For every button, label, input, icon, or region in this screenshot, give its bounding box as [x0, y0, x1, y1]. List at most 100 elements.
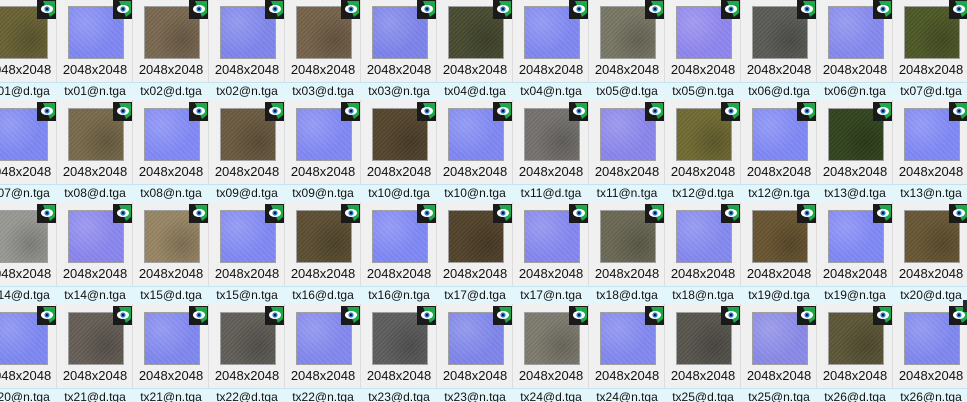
green-eye-icon[interactable]	[265, 204, 284, 223]
thumbnail-item[interactable]: 2048x2048 tx11@n.tga	[589, 102, 665, 204]
green-eye-icon[interactable]	[645, 306, 664, 325]
thumbnail-item[interactable]: 2048x2048 tx06@n.tga	[817, 0, 893, 102]
thumbnail-item[interactable]: 2048x2048 tx22@d.tga	[209, 306, 285, 402]
scrollbar-marker[interactable]	[963, 300, 967, 312]
green-eye-icon[interactable]	[189, 204, 208, 223]
thumbnail-item[interactable]: 2048x2048 tx20@n.tga	[0, 306, 57, 402]
thumbnail-item[interactable]: 2048x2048 tx21@n.tga	[133, 306, 209, 402]
thumbnail-item[interactable]: 2048x2048 tx18@d.tga	[589, 204, 665, 306]
green-eye-icon[interactable]	[37, 102, 56, 121]
green-eye-icon[interactable]	[797, 204, 816, 223]
thumbnail-item[interactable]: 2048x2048 tx19@n.tga	[817, 204, 893, 306]
green-eye-icon[interactable]	[265, 306, 284, 325]
green-eye-icon[interactable]	[721, 306, 740, 325]
thumbnail-item[interactable]: 2048x2048 tx16@d.tga	[285, 204, 361, 306]
thumbnail-item[interactable]: 2048x2048 tx04@n.tga	[513, 0, 589, 102]
green-eye-icon[interactable]	[873, 204, 892, 223]
thumbnail-item[interactable]: 2048x2048 tx23@n.tga	[437, 306, 513, 402]
green-eye-icon[interactable]	[569, 204, 588, 223]
green-eye-icon[interactable]	[189, 102, 208, 121]
green-eye-icon[interactable]	[37, 306, 56, 325]
green-eye-icon[interactable]	[645, 102, 664, 121]
green-eye-icon[interactable]	[341, 204, 360, 223]
green-eye-icon[interactable]	[37, 204, 56, 223]
green-eye-icon[interactable]	[113, 204, 132, 223]
thumbnail-item[interactable]: 2048x2048 tx26@d.tga	[817, 306, 893, 402]
thumbnail-item[interactable]: 2048x2048 tx01@d.tga	[0, 0, 57, 102]
thumbnail-item[interactable]: 2048x2048 tx18@n.tga	[665, 204, 741, 306]
green-eye-icon[interactable]	[113, 102, 132, 121]
thumbnail-item[interactable]: 2048x2048 tx03@d.tga	[285, 0, 361, 102]
thumbnail-item[interactable]: 2048x2048 tx09@d.tga	[209, 102, 285, 204]
green-eye-icon[interactable]	[417, 102, 436, 121]
green-eye-icon[interactable]	[873, 0, 892, 19]
thumbnail-item[interactable]: 2048x2048 tx14@d.tga	[0, 204, 57, 306]
thumbnail-item[interactable]: 2048x2048 tx25@n.tga	[741, 306, 817, 402]
green-eye-icon[interactable]	[189, 306, 208, 325]
thumbnail-item[interactable]: 2048x2048 tx07@d.tga	[893, 0, 967, 102]
green-eye-icon[interactable]	[721, 0, 740, 19]
green-eye-icon[interactable]	[721, 102, 740, 121]
thumbnail-item[interactable]: 2048x2048 tx13@d.tga	[817, 102, 893, 204]
thumbnail-item[interactable]: 2048x2048 tx23@d.tga	[361, 306, 437, 402]
thumbnail-item[interactable]: 2048x2048 tx25@d.tga	[665, 306, 741, 402]
green-eye-icon[interactable]	[569, 0, 588, 19]
green-eye-icon[interactable]	[873, 306, 892, 325]
green-eye-icon[interactable]	[949, 0, 967, 19]
green-eye-icon[interactable]	[493, 306, 512, 325]
green-eye-icon[interactable]	[493, 102, 512, 121]
green-eye-icon[interactable]	[37, 0, 56, 19]
thumbnail-item[interactable]: 2048x2048 tx07@n.tga	[0, 102, 57, 204]
green-eye-icon[interactable]	[341, 0, 360, 19]
thumbnail-item[interactable]: 2048x2048 tx12@d.tga	[665, 102, 741, 204]
green-eye-icon[interactable]	[645, 0, 664, 19]
green-eye-icon[interactable]	[949, 204, 967, 223]
green-eye-icon[interactable]	[797, 0, 816, 19]
thumbnail-item[interactable]: 2048x2048 tx15@d.tga	[133, 204, 209, 306]
thumbnail-item[interactable]: 2048x2048 tx02@n.tga	[209, 0, 285, 102]
thumbnail-item[interactable]: 2048x2048 tx17@n.tga	[513, 204, 589, 306]
green-eye-icon[interactable]	[797, 306, 816, 325]
green-eye-icon[interactable]	[341, 306, 360, 325]
green-eye-icon[interactable]	[569, 102, 588, 121]
green-eye-icon[interactable]	[113, 0, 132, 19]
thumbnail-item[interactable]: 2048x2048 tx26@n.tga	[893, 306, 967, 402]
green-eye-icon[interactable]	[417, 306, 436, 325]
green-eye-icon[interactable]	[721, 204, 740, 223]
green-eye-icon[interactable]	[797, 102, 816, 121]
thumbnail-item[interactable]: 2048x2048 tx14@n.tga	[57, 204, 133, 306]
thumbnail-item[interactable]: 2048x2048 tx12@n.tga	[741, 102, 817, 204]
thumbnail-item[interactable]: 2048x2048 tx05@d.tga	[589, 0, 665, 102]
thumbnail-item[interactable]: 2048x2048 tx01@n.tga	[57, 0, 133, 102]
green-eye-icon[interactable]	[341, 102, 360, 121]
thumbnail-item[interactable]: 2048x2048 tx21@d.tga	[57, 306, 133, 402]
thumbnail-item[interactable]: 2048x2048 tx15@n.tga	[209, 204, 285, 306]
thumbnail-item[interactable]: 2048x2048 tx24@n.tga	[589, 306, 665, 402]
green-eye-icon[interactable]	[493, 204, 512, 223]
thumbnail-item[interactable]: 2048x2048 tx03@n.tga	[361, 0, 437, 102]
thumbnail-item[interactable]: 2048x2048 tx17@d.tga	[437, 204, 513, 306]
green-eye-icon[interactable]	[113, 306, 132, 325]
thumbnail-item[interactable]: 2048x2048 tx13@n.tga	[893, 102, 967, 204]
thumbnail-item[interactable]: 2048x2048 tx09@n.tga	[285, 102, 361, 204]
thumbnail-item[interactable]: 2048x2048 tx10@d.tga	[361, 102, 437, 204]
thumbnail-item[interactable]: 2048x2048 tx02@d.tga	[133, 0, 209, 102]
thumbnail-item[interactable]: 2048x2048 tx24@d.tga	[513, 306, 589, 402]
green-eye-icon[interactable]	[949, 102, 967, 121]
green-eye-icon[interactable]	[645, 204, 664, 223]
thumbnail-item[interactable]: 2048x2048 tx08@d.tga	[57, 102, 133, 204]
thumbnail-item[interactable]: 2048x2048 tx10@n.tga	[437, 102, 513, 204]
thumbnail-item[interactable]: 2048x2048 tx04@d.tga	[437, 0, 513, 102]
green-eye-icon[interactable]	[265, 0, 284, 19]
green-eye-icon[interactable]	[189, 0, 208, 19]
thumbnail-item[interactable]: 2048x2048 tx22@n.tga	[285, 306, 361, 402]
green-eye-icon[interactable]	[493, 0, 512, 19]
green-eye-icon[interactable]	[417, 204, 436, 223]
thumbnail-item[interactable]: 2048x2048 tx11@d.tga	[513, 102, 589, 204]
green-eye-icon[interactable]	[417, 0, 436, 19]
thumbnail-item[interactable]: 2048x2048 tx16@n.tga	[361, 204, 437, 306]
green-eye-icon[interactable]	[569, 306, 588, 325]
green-eye-icon[interactable]	[873, 102, 892, 121]
thumbnail-item[interactable]: 2048x2048 tx20@d.tga	[893, 204, 967, 306]
thumbnail-item[interactable]: 2048x2048 tx06@d.tga	[741, 0, 817, 102]
